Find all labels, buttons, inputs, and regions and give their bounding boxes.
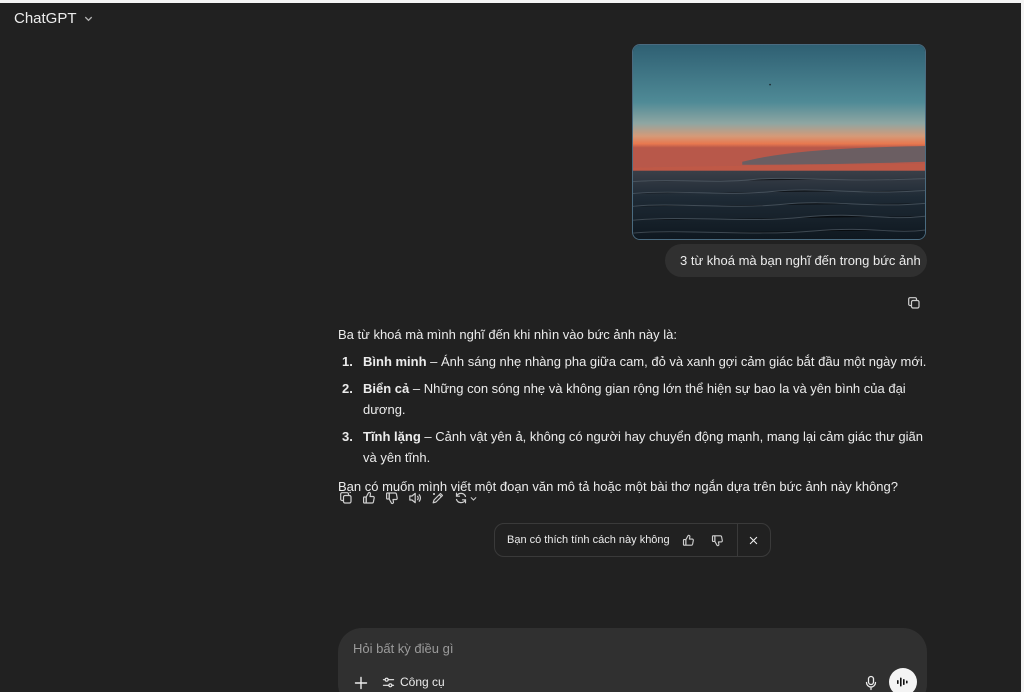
thumbs-up-icon bbox=[363, 491, 375, 504]
list-item: 2. Biển cả – Những con sóng nhẹ và không… bbox=[338, 378, 928, 420]
list-item: 1. Bình minh – Ánh sáng nhẹ nhàng pha gi… bbox=[338, 351, 928, 372]
speaker-icon bbox=[409, 492, 421, 504]
read-aloud-button[interactable] bbox=[408, 491, 422, 505]
keyword-list: 1. Bình minh – Ánh sáng nhẹ nhàng pha gi… bbox=[338, 351, 928, 468]
personality-feedback-prompt: Bạn có thích tính cách này không bbox=[494, 523, 771, 557]
feedback-like-button[interactable] bbox=[682, 534, 695, 547]
feedback-dislike-button[interactable] bbox=[711, 534, 724, 547]
keyword-description: – Ánh sáng nhẹ nhàng pha giữa cam, đỏ và… bbox=[426, 354, 927, 369]
chevron-down-icon bbox=[84, 16, 92, 22]
sunset-sea-image bbox=[633, 45, 925, 239]
bad-response-button[interactable] bbox=[385, 491, 399, 505]
keyword-description: – Cảnh vật yên ả, không có người hay chu… bbox=[363, 429, 923, 465]
copy-icon bbox=[340, 492, 352, 504]
copy-button[interactable] bbox=[339, 491, 353, 505]
copy-icon[interactable] bbox=[907, 296, 921, 310]
voice-mode-button[interactable] bbox=[889, 668, 917, 692]
chevron-down-icon bbox=[470, 496, 477, 501]
list-number: 3. bbox=[342, 429, 353, 444]
list-number: 1. bbox=[342, 354, 353, 369]
list-number: 2. bbox=[342, 381, 353, 396]
user-message-text: 3 từ khoá mà bạn nghĩ đến trong bức ảnh bbox=[680, 253, 921, 268]
model-name: ChatGPT bbox=[14, 10, 77, 27]
keyword: Bình minh bbox=[363, 354, 427, 369]
sliders-icon bbox=[382, 677, 395, 687]
message-composer[interactable]: Hỏi bất kỳ điều gì Công cụ bbox=[338, 628, 927, 692]
refresh-icon bbox=[455, 492, 467, 504]
window-top-border bbox=[0, 0, 1024, 3]
message-actions bbox=[339, 491, 478, 505]
feedback-question: Bạn có thích tính cách này không bbox=[507, 534, 670, 546]
list-item: 3. Tĩnh lặng – Cảnh vật yên ả, không có … bbox=[338, 426, 928, 468]
tools-button[interactable]: Công cụ bbox=[382, 675, 445, 689]
thumbs-down-icon bbox=[711, 534, 723, 546]
divider bbox=[736, 523, 738, 557]
thumbs-up-icon bbox=[682, 534, 694, 546]
model-switcher[interactable]: ChatGPT bbox=[14, 10, 94, 27]
close-icon bbox=[749, 536, 757, 544]
waveform-icon bbox=[897, 677, 908, 687]
user-uploaded-image[interactable] bbox=[632, 44, 926, 240]
keyword-description: – Những con sóng nhẹ và không gian rộng … bbox=[363, 381, 906, 417]
add-attachment-icon[interactable] bbox=[354, 676, 368, 690]
assistant-intro: Ba từ khoá mà mình nghĩ đến khi nhìn vào… bbox=[338, 327, 678, 342]
assistant-message: Ba từ khoá mà mình nghĩ đến khi nhìn vào… bbox=[338, 324, 928, 497]
feedback-close-button[interactable] bbox=[748, 535, 759, 546]
composer-placeholder[interactable]: Hỏi bất kỳ điều gì bbox=[353, 641, 453, 656]
microphone-icon[interactable] bbox=[864, 675, 878, 691]
user-message-bubble: 3 từ khoá mà bạn nghĩ đến trong bức ảnh bbox=[665, 244, 927, 277]
thumbs-down-icon bbox=[386, 492, 398, 505]
good-response-button[interactable] bbox=[362, 491, 376, 505]
pen-sparkle-icon bbox=[432, 492, 444, 504]
tools-label: Công cụ bbox=[400, 675, 445, 689]
regenerate-button[interactable] bbox=[454, 491, 478, 505]
keyword: Biển cả bbox=[363, 381, 410, 396]
keyword: Tĩnh lặng bbox=[363, 429, 421, 444]
edit-in-canvas-button[interactable] bbox=[431, 491, 445, 505]
